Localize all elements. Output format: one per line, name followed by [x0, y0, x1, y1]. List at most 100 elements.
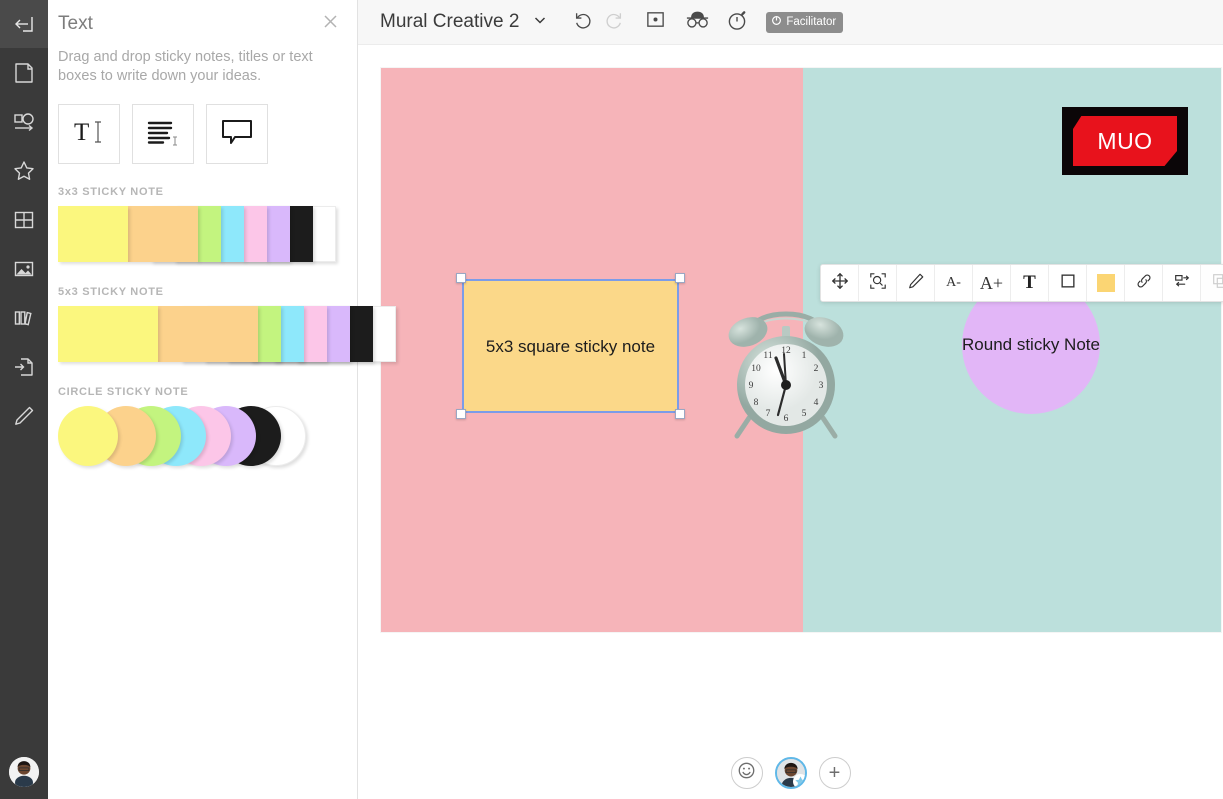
svg-text:6: 6	[784, 414, 789, 424]
square-outline-icon	[1059, 272, 1077, 295]
resize-handle-top-right[interactable]	[675, 273, 685, 283]
avatar[interactable]	[9, 757, 39, 787]
image-icon	[12, 257, 36, 281]
pen-icon	[907, 272, 925, 295]
text-T-icon: T	[1023, 272, 1036, 293]
round-sticky-note-text: Round sticky Note	[962, 335, 1100, 354]
sticky-swatch-square-5x3-1[interactable]	[158, 306, 258, 362]
svg-text:10: 10	[751, 364, 761, 374]
swatch-row-3x3	[58, 206, 357, 264]
sticky-swatch-square-5x3-0[interactable]	[58, 306, 158, 362]
sticky-swatch-square-3x3-0[interactable]	[58, 206, 128, 262]
comment-tool[interactable]	[206, 104, 268, 164]
text-panel: Text Drag and drop sticky notes, titles …	[48, 0, 396, 799]
shapes-connector-icon	[12, 110, 36, 134]
resize-handle-bottom-right[interactable]	[675, 409, 685, 419]
sidebar-item-collapse-panel[interactable]	[0, 0, 48, 48]
add-collaborator-button[interactable]: +	[818, 757, 851, 789]
text-tools-row: T	[58, 104, 357, 164]
shape-style-button[interactable]	[1049, 265, 1087, 301]
left-toolbar-rail	[0, 0, 48, 799]
emoji-reaction-button[interactable]	[730, 757, 763, 789]
move-tool-button[interactable]	[821, 265, 859, 301]
font-increase-icon: A+	[979, 272, 1004, 293]
redo-icon	[603, 9, 624, 35]
add-link-button[interactable]	[1125, 265, 1163, 301]
section-label-3x3: 3x3 STICKY NOTE	[58, 186, 164, 198]
zoom-to-element-button[interactable]	[859, 265, 897, 301]
svg-text:2: 2	[814, 364, 819, 374]
close-icon	[322, 13, 339, 35]
panel-header: Text	[48, 0, 357, 36]
alarm-clock-image[interactable]: 12 1 2 345 678 9 10 11	[721, 302, 851, 442]
increase-font-size-button[interactable]: A+	[973, 265, 1011, 301]
facilitator-label: Facilitator	[786, 15, 837, 28]
facilitator-badge-icon	[771, 15, 782, 29]
close-button[interactable]	[319, 13, 341, 35]
decrease-font-size-button[interactable]: A-	[935, 265, 973, 301]
mural-app-window: Text Drag and drop sticky notes, titles …	[0, 0, 1223, 799]
text-format-button[interactable]: T	[1011, 265, 1049, 301]
redo-button[interactable]	[600, 5, 626, 39]
frame-dot-icon	[645, 9, 666, 35]
sidebar-item-library[interactable]	[0, 293, 48, 342]
star-icon	[12, 159, 36, 183]
section-label-5x3: 5x3 STICKY NOTE	[58, 286, 164, 298]
library-icon	[12, 306, 36, 330]
sidebar-item-icons-favorites[interactable]	[0, 146, 48, 195]
duplicate-button[interactable]	[1201, 265, 1223, 301]
svg-text:1: 1	[802, 351, 807, 361]
resize-handle-top-left[interactable]	[456, 273, 466, 283]
svg-text:3: 3	[819, 381, 824, 391]
sticky-swatch-square-3x3-1[interactable]	[128, 206, 198, 262]
current-user-avatar[interactable]	[774, 757, 807, 789]
board-canvas[interactable]: MUO 12 1 2 3 4 5 6 7 8 9 10 11 5x3 squar…	[358, 45, 1223, 799]
mural-menu-button[interactable]	[530, 5, 550, 39]
outline-button[interactable]	[682, 5, 712, 39]
sidebar-item-images[interactable]	[0, 244, 48, 293]
sidebar-item-frameworks[interactable]	[0, 195, 48, 244]
resize-handle-bottom-left[interactable]	[456, 409, 466, 419]
grid-icon	[12, 208, 36, 232]
swatch-row-circle	[58, 406, 357, 476]
duplicate-icon	[1211, 272, 1223, 295]
collapse-arrow-icon	[12, 12, 36, 36]
link-icon	[1135, 272, 1153, 295]
text-cursor-icon: T	[70, 116, 108, 153]
glasses-icon	[684, 9, 711, 36]
square-sticky-note-text: 5x3 square sticky note	[485, 336, 656, 356]
speech-bubble-icon	[218, 116, 256, 153]
sidebar-item-sticky-notes[interactable]	[0, 48, 48, 97]
undo-button[interactable]	[570, 5, 596, 39]
section-label-circle: CIRCLE STICKY NOTE	[58, 386, 189, 398]
sidebar-item-draw[interactable]	[0, 391, 48, 440]
facilitator-badge[interactable]: Facilitator	[766, 11, 844, 33]
magnifier-frame-icon	[869, 272, 887, 295]
sticky-note-icon	[12, 61, 36, 85]
mural-title[interactable]: Mural Creative 2	[380, 11, 519, 33]
timer-button[interactable]	[724, 5, 750, 39]
title-tool[interactable]	[132, 104, 194, 164]
svg-text:4: 4	[814, 398, 819, 408]
element-context-toolbar: A- A+ T	[820, 264, 1223, 302]
fill-color-button[interactable]	[1087, 265, 1125, 301]
smiley-icon	[737, 761, 756, 785]
board-background-image: MUO 12 1 2 3 4 5 6 7 8 9 10 11 5x3 squar…	[381, 68, 1221, 632]
sidebar-item-import-file[interactable]	[0, 342, 48, 391]
svg-text:8: 8	[754, 398, 759, 408]
top-toolbar: Mural Creative 2 Facilitator	[358, 0, 1223, 45]
pencil-icon	[12, 404, 36, 428]
square-sticky-note[interactable]: 5x3 square sticky note	[456, 273, 685, 419]
text-box-tool[interactable]: T	[58, 104, 120, 164]
sidebar-item-shapes-connectors[interactable]	[0, 97, 48, 146]
color-swatch-icon	[1096, 274, 1115, 292]
frame-button[interactable]	[642, 5, 668, 39]
arrange-align-button[interactable]	[1163, 265, 1201, 301]
svg-text:11: 11	[763, 351, 772, 361]
paragraph-lines-icon	[143, 115, 183, 154]
sticky-swatch-circle-0[interactable]	[58, 406, 118, 466]
muo-logo[interactable]: MUO	[1062, 107, 1188, 175]
move-arrows-icon	[831, 272, 849, 295]
edit-tool-button[interactable]	[897, 265, 935, 301]
font-decrease-icon: A-	[946, 275, 961, 290]
